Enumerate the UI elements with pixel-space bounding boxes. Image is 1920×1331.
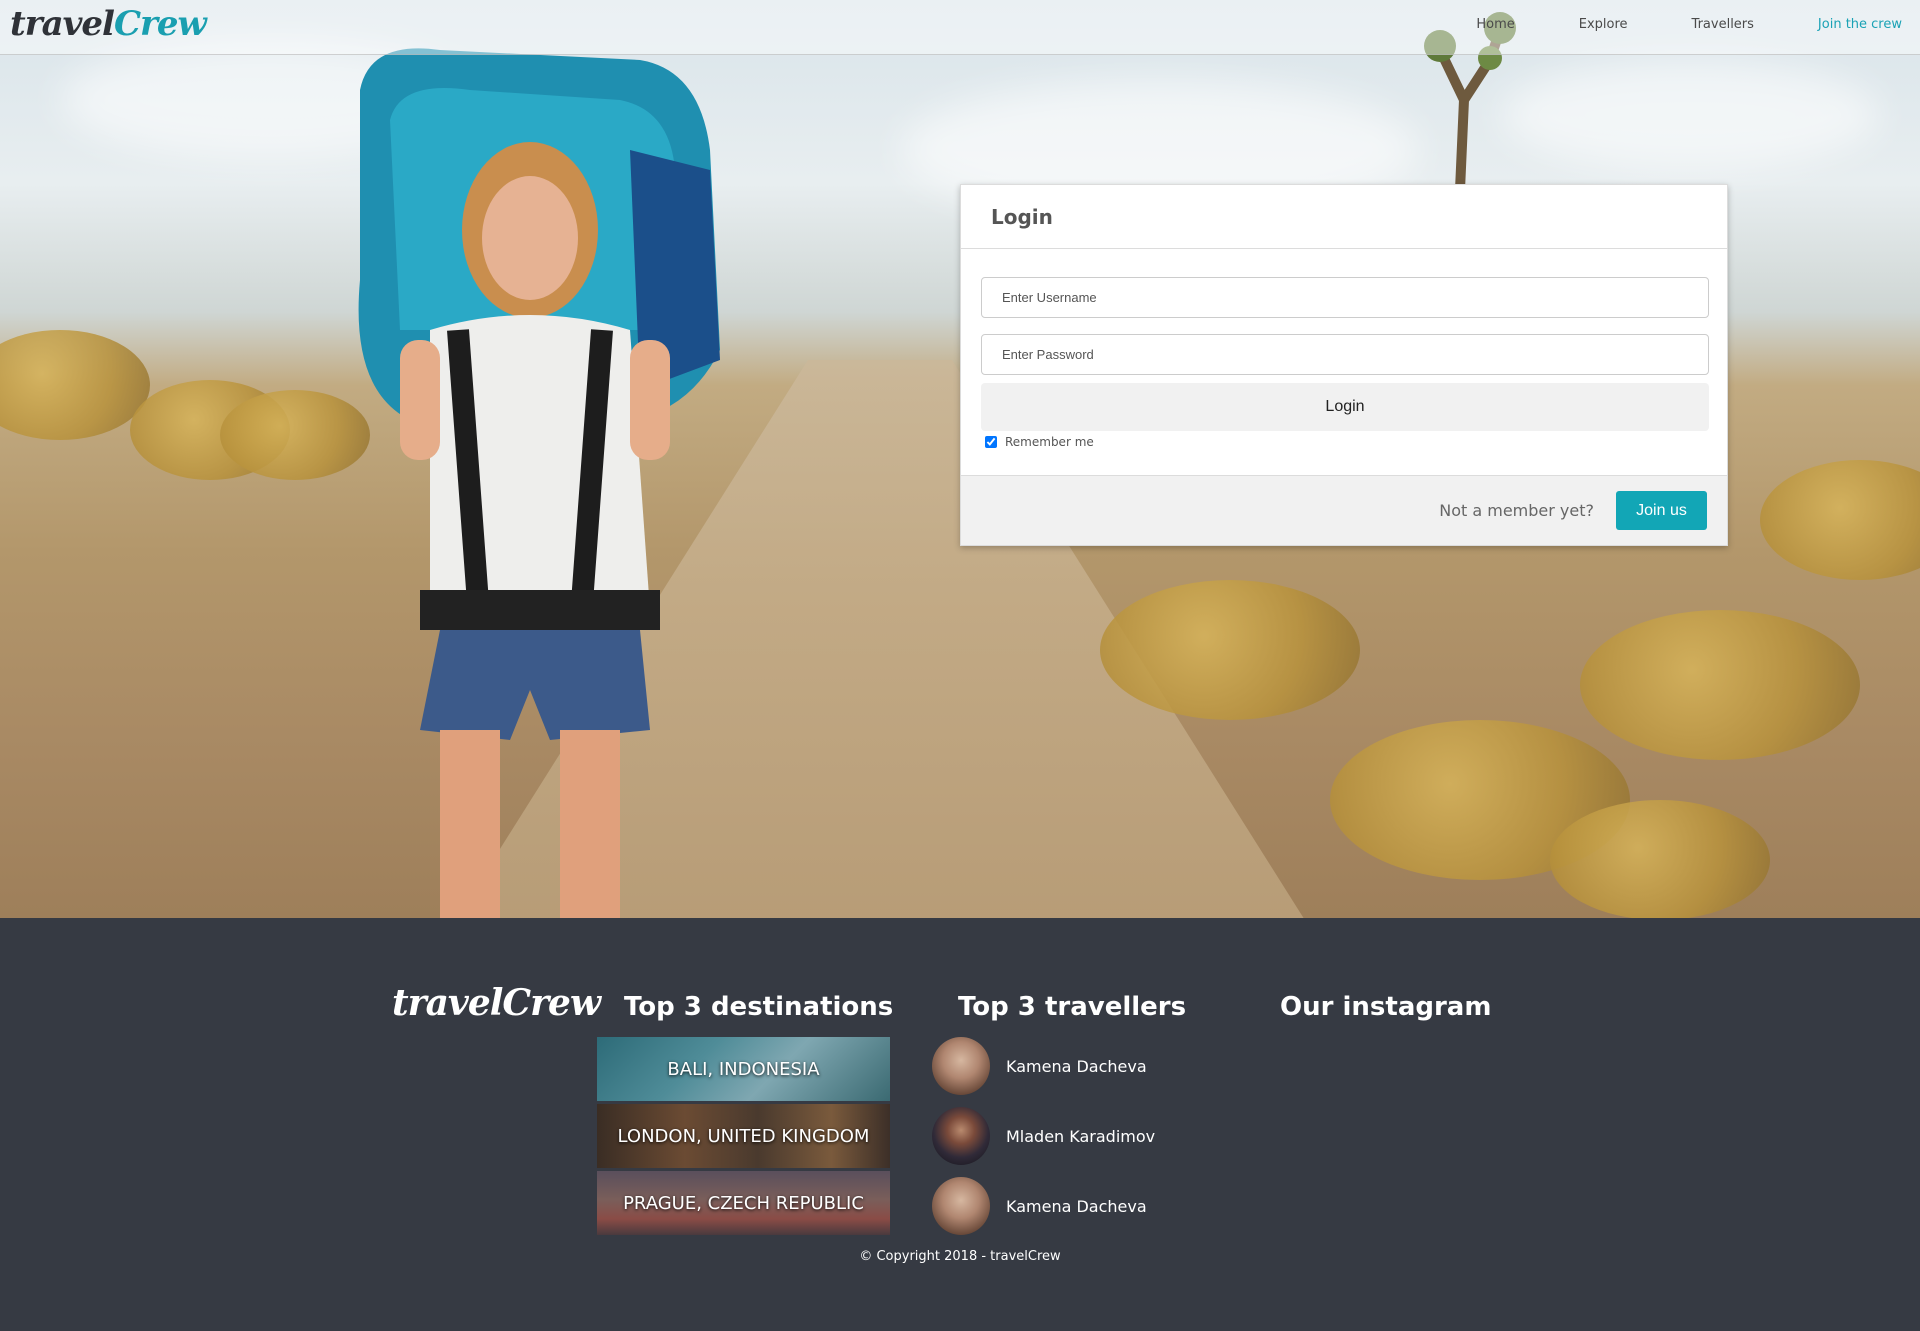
login-footer: Not a member yet? Join us: [961, 475, 1727, 545]
destination-card[interactable]: LONDON, UNITED KINGDOM: [597, 1104, 890, 1168]
traveller-item[interactable]: Kamena Dacheva: [932, 1037, 1155, 1095]
hiker-illustration: [358, 48, 720, 918]
shrub: [1550, 800, 1770, 918]
logo-text-travel: travel: [10, 4, 115, 44]
shrub: [1760, 460, 1920, 580]
traveller-name: Kamena Dacheva: [1006, 1056, 1147, 1076]
username-input[interactable]: [981, 277, 1709, 318]
join-us-button[interactable]: Join us: [1616, 491, 1707, 530]
not-member-text: Not a member yet?: [1439, 501, 1594, 520]
logo-text-crew: Crew: [113, 4, 207, 44]
login-title: Login: [991, 204, 1053, 229]
destinations-list: BALI, INDONESIA LONDON, UNITED KINGDOM P…: [597, 1037, 890, 1238]
avatar: [932, 1037, 990, 1095]
login-header: Login: [961, 185, 1727, 249]
footer-logo[interactable]: travelCrew: [392, 982, 601, 1024]
shrub: [0, 330, 150, 440]
copyright-text: © Copyright 2018 - travelCrew: [859, 1249, 1061, 1264]
destination-card[interactable]: PRAGUE, CZECH REPUBLIC: [597, 1171, 890, 1235]
remember-me-checkbox[interactable]: [985, 436, 997, 448]
login-form: Login Remember me: [961, 249, 1727, 449]
top-navbar: travelCrew Home Explore Travellers Join …: [0, 0, 1920, 55]
remember-me[interactable]: Remember me: [981, 435, 1707, 449]
site-footer: travelCrew Top 3 destinations BALI, INDO…: [0, 918, 1920, 1331]
traveller-item[interactable]: Kamena Dacheva: [932, 1177, 1155, 1235]
shrub: [1580, 610, 1860, 760]
login-button[interactable]: Login: [981, 383, 1709, 431]
password-input[interactable]: [981, 334, 1709, 375]
traveller-name: Kamena Dacheva: [1006, 1196, 1147, 1216]
destinations-heading: Top 3 destinations: [624, 992, 894, 1022]
nav-item-join-the-crew[interactable]: Join the crew: [1818, 17, 1902, 32]
traveller-name: Mladen Karadimov: [1006, 1126, 1156, 1146]
destination-card[interactable]: BALI, INDONESIA: [597, 1037, 890, 1101]
login-panel: Login Login Remember me Not a member yet…: [960, 184, 1728, 546]
travellers-list: Kamena Dacheva Mladen Karadimov Kamena D…: [932, 1037, 1155, 1247]
traveller-item[interactable]: Mladen Karadimov: [932, 1107, 1155, 1165]
avatar: [932, 1177, 990, 1235]
avatar: [932, 1107, 990, 1165]
travellers-heading: Top 3 travellers: [958, 992, 1187, 1022]
nav-item-explore[interactable]: Explore: [1579, 17, 1628, 32]
remember-me-label: Remember me: [1005, 435, 1094, 449]
instagram-heading: Our instagram: [1280, 992, 1492, 1022]
nav-item-travellers[interactable]: Travellers: [1692, 17, 1754, 32]
nav-links: Home Explore Travellers Join the crew: [1412, 17, 1902, 32]
cloud: [1500, 60, 1880, 170]
brand-logo[interactable]: travelCrew: [10, 4, 207, 44]
nav-item-home[interactable]: Home: [1476, 17, 1514, 32]
shrub: [1100, 580, 1360, 720]
